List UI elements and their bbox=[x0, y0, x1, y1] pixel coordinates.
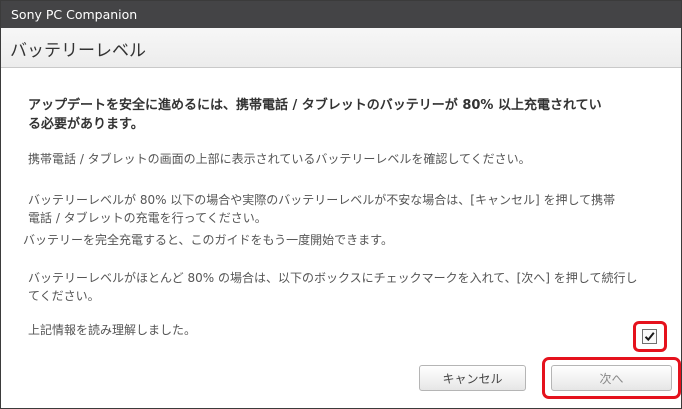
cancel-button[interactable]: キャンセル bbox=[419, 365, 526, 391]
pc-companion-window: Sony PC Companion バッテリーレベル アップデートを安全に進める… bbox=[0, 0, 682, 409]
page-title: バッテリーレベル bbox=[10, 41, 146, 61]
checkmark-icon bbox=[644, 332, 655, 342]
instruction-restart: バッテリーを完全充電すると、このガイドをもう一度開始できます。 bbox=[23, 233, 393, 247]
next-button[interactable]: 次へ bbox=[551, 365, 672, 391]
instruction-check-level: 携帯電話 / タブレットの画面の上部に表示されているバッテリーレベルを確認してく… bbox=[28, 152, 531, 166]
window-titlebar[interactable]: Sony PC Companion bbox=[1, 1, 681, 28]
content-area: アップデートを安全に進めるには、携帯電話 / タブレットのバッテリーが 80% … bbox=[1, 68, 681, 408]
confirm-checkbox[interactable] bbox=[642, 329, 657, 344]
lead-text: アップデートを安全に進めるには、携帯電話 / タブレットのバッテリーが 80% … bbox=[28, 98, 602, 132]
confirm-label: 上記情報を読み理解しました。 bbox=[28, 323, 197, 337]
instruction-charge: バッテリーレベルが 80% 以下の場合や実際のバッテリーレベルが不安な場合は、[… bbox=[28, 193, 616, 225]
next-button-highlight: 次へ bbox=[542, 357, 681, 399]
window-title: Sony PC Companion bbox=[11, 7, 138, 22]
page-header: バッテリーレベル bbox=[1, 28, 681, 68]
instruction-continue: バッテリーレベルがほとんど 80% の場合は、以下のボックスにチェックマークを入… bbox=[28, 271, 638, 303]
checkbox-highlight bbox=[633, 321, 667, 352]
